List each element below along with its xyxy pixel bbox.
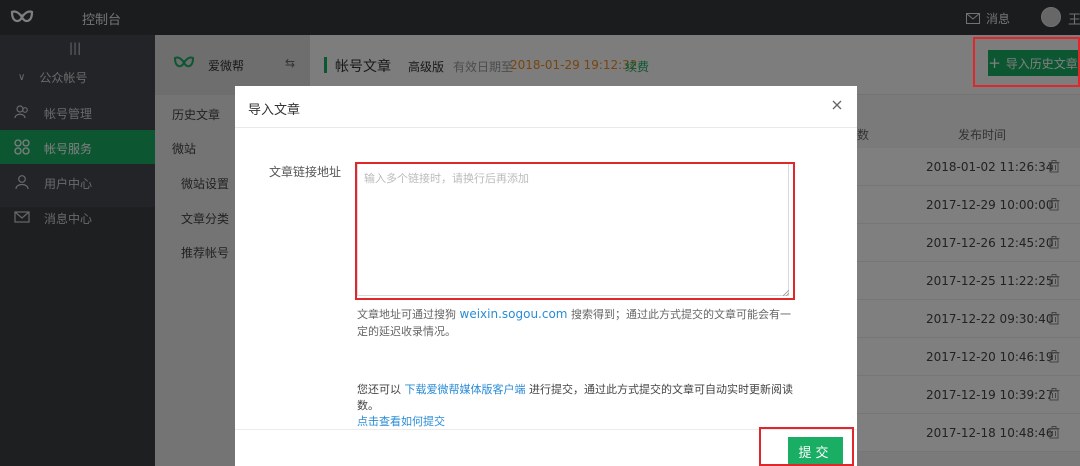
dialog-header: 导入文章 bbox=[235, 86, 857, 128]
highlight-import-button bbox=[973, 37, 1080, 87]
hint2-text-pre: 您还可以 bbox=[357, 383, 401, 396]
dialog-title: 导入文章 bbox=[248, 103, 301, 118]
close-icon[interactable] bbox=[830, 98, 844, 112]
article-url-label: 文章链接地址 bbox=[269, 165, 342, 179]
highlight-url-textarea bbox=[355, 162, 795, 300]
hint-text-pre: 文章地址可通过搜狗 bbox=[357, 308, 456, 321]
client-hint: 您还可以 下载爱微帮媒体版客户端 进行提交，通过此方式提交的文章可自动实时更新阅… bbox=[357, 382, 807, 430]
highlight-submit-button bbox=[759, 427, 854, 466]
sogou-link[interactable]: weixin.sogou.com bbox=[460, 307, 568, 321]
sogou-hint: 文章地址可通过搜狗 weixin.sogou.com 搜索得到；通过此方式提交的… bbox=[357, 306, 797, 340]
how-to-submit-link[interactable]: 点击查看如何提交 bbox=[357, 415, 445, 428]
download-client-link[interactable]: 下载爱微帮媒体版客户端 bbox=[405, 383, 526, 396]
